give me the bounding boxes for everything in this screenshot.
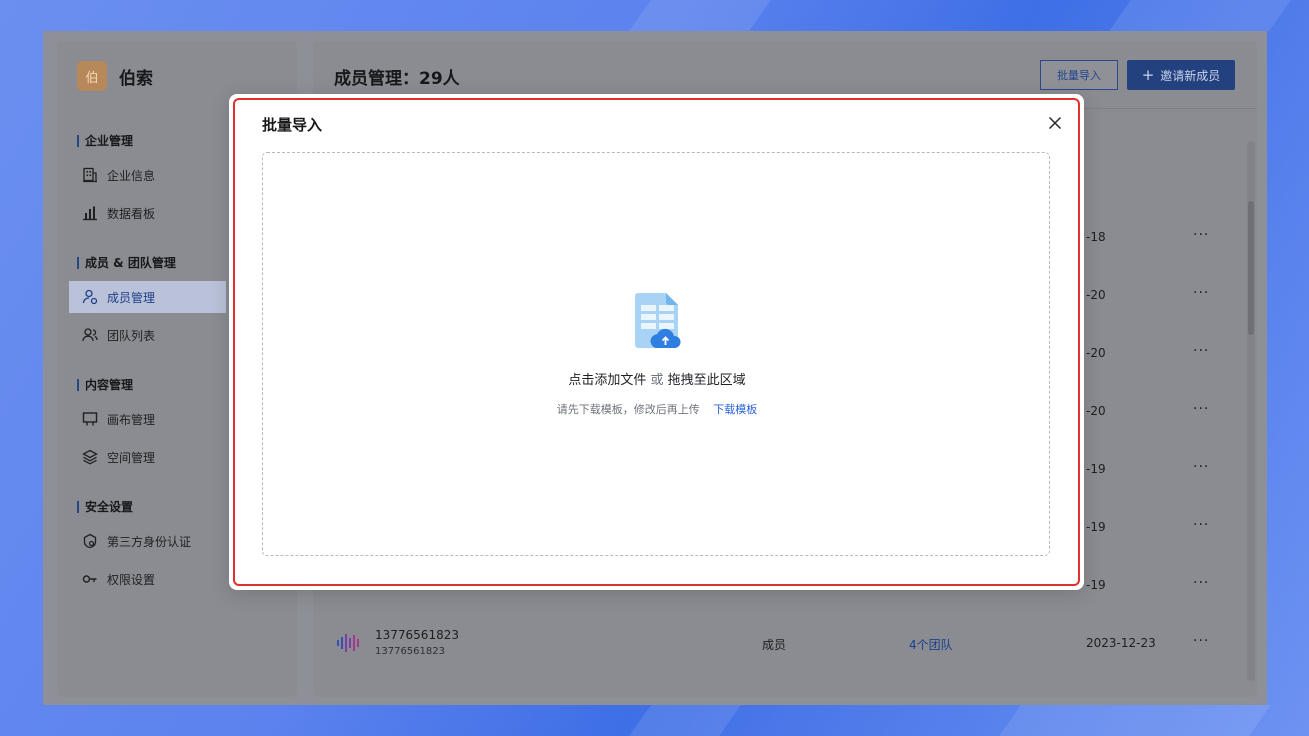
more-actions-button[interactable]: ···: [1193, 633, 1209, 649]
sidebar-item-label: 第三方身份认证: [107, 534, 192, 549]
shield-icon: [81, 532, 99, 550]
building-icon: [81, 166, 99, 184]
more-actions-button[interactable]: ···: [1193, 517, 1209, 533]
sidebar-item-enterprise-info[interactable]: 企业信息: [69, 159, 226, 191]
background-stripe: [1109, 0, 1291, 31]
sidebar-item-permission-settings[interactable]: 权限设置: [69, 563, 226, 595]
join-date: -19: [1086, 578, 1106, 592]
more-actions-button[interactable]: ···: [1193, 285, 1209, 301]
dropzone-hint: 请先下载模板，修改后再上传 下载模板: [263, 401, 1051, 417]
member-icon: [81, 288, 99, 306]
sidebar-item-label: 数据看板: [107, 206, 156, 221]
sidebar-item-label: 画布管理: [107, 412, 156, 427]
sidebar-item-label: 成员管理: [107, 290, 156, 305]
click-add-file-text[interactable]: 点击添加文件: [568, 373, 646, 388]
member-role: 成员: [762, 638, 787, 652]
sidebar-item-label: 企业信息: [107, 168, 156, 183]
brand-logo: 伯: [77, 61, 107, 91]
sidebar-item-member-management[interactable]: 成员管理: [69, 281, 226, 313]
hint-text: 请先下载模板，修改后再上传: [556, 403, 700, 416]
page-title: 成员管理：29人: [334, 69, 460, 89]
drag-here-text: 拖拽至此区域: [667, 373, 746, 388]
canvas-icon: [81, 410, 99, 428]
nav-section-members: 成员 & 团队管理: [77, 254, 176, 271]
nav-section-enterprise: 企业管理: [77, 132, 133, 149]
layers-icon: [81, 448, 99, 466]
more-actions-button[interactable]: ···: [1193, 227, 1209, 243]
more-actions-button[interactable]: ···: [1193, 401, 1209, 417]
or-text: 或: [650, 373, 664, 388]
plus-icon: +: [1141, 66, 1155, 84]
member-name: 13776561823: [375, 628, 459, 642]
more-actions-button[interactable]: ···: [1193, 575, 1209, 591]
avatar: [337, 633, 359, 653]
bar-chart-icon: [81, 204, 99, 222]
brand: 伯 伯索: [77, 61, 153, 91]
batch-import-button[interactable]: 批量导入: [1040, 60, 1118, 90]
download-template-link[interactable]: 下载模板: [713, 403, 757, 416]
join-date: 2023-12-23: [1086, 636, 1156, 650]
sidebar-item-canvas-management[interactable]: 画布管理: [69, 403, 226, 435]
member-teams-link[interactable]: 4个团队: [909, 636, 953, 653]
join-date: -20: [1086, 346, 1106, 360]
brand-name: 伯索: [119, 68, 153, 89]
join-date: -18: [1086, 230, 1106, 244]
join-date: -19: [1086, 520, 1106, 534]
join-date: -20: [1086, 288, 1106, 302]
sidebar-item-dashboard[interactable]: 数据看板: [69, 197, 226, 229]
team-icon: [81, 326, 99, 344]
more-actions-button[interactable]: ···: [1193, 459, 1209, 475]
dialog-title: 批量导入: [262, 116, 323, 134]
close-icon[interactable]: [1045, 113, 1065, 133]
sidebar-item-third-party-auth[interactable]: 第三方身份认证: [69, 525, 226, 557]
sidebar-item-space-management[interactable]: 空间管理: [69, 441, 226, 473]
sidebar-item-team-list[interactable]: 团队列表: [69, 319, 226, 351]
dropzone-instruction: 点击添加文件 或 拖拽至此区域: [263, 369, 1051, 388]
background-stripe: [999, 705, 1271, 736]
invite-member-label: 邀请新成员: [1160, 68, 1221, 83]
file-dropzone[interactable]: 点击添加文件 或 拖拽至此区域 请先下载模板，修改后再上传 下载模板: [262, 152, 1050, 556]
sidebar-item-label: 权限设置: [107, 572, 156, 587]
key-icon: [81, 570, 99, 588]
nav-section-security: 安全设置: [77, 498, 133, 515]
sidebar-item-label: 空间管理: [107, 450, 156, 465]
join-date: -20: [1086, 404, 1106, 418]
sidebar-item-label: 团队列表: [107, 328, 156, 343]
invite-member-button[interactable]: + 邀请新成员: [1127, 60, 1235, 90]
spreadsheet-upload-icon: [634, 291, 682, 351]
background-stripe: [629, 0, 771, 31]
nav-section-content: 内容管理: [77, 376, 133, 393]
member-account: 13776561823: [375, 646, 445, 657]
batch-import-dialog: 批量导入 点击添加文件 或 拖拽至此区域 请先下载模板，修改后再上传 下载模板: [229, 94, 1084, 590]
join-date: -19: [1086, 462, 1106, 476]
table-row[interactable]: 13776561823 13776561823 成员 4个团队 2023-12-…: [313, 615, 1257, 673]
more-actions-button[interactable]: ···: [1193, 343, 1209, 359]
background-stripe: [629, 705, 741, 736]
